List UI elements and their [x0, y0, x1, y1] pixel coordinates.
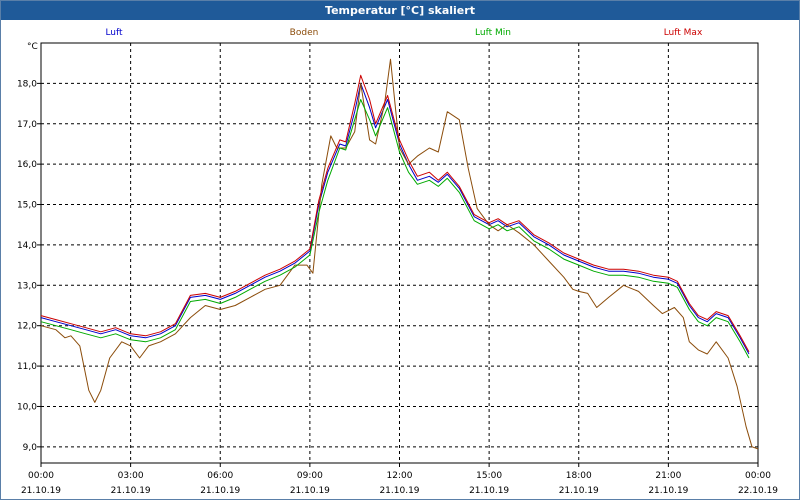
x-tick-date-label: 21.10.19 [111, 486, 151, 496]
x-tick-time-label: 18:00 [566, 471, 592, 481]
y-tick-label: 9,0 [23, 443, 38, 453]
y-axis-ticks: 9,0 10,0 11,0 12,0 13,0 14,0 15,0 16,0 17,0 18,0 [17, 79, 41, 453]
legend-entry: Luft [105, 28, 123, 38]
x-axis-ticks: 00:00 21.10.19 03:00 21.10.19 06:00 21.10.19 0… [21, 463, 778, 496]
x-tick-time-label: 15:00 [476, 471, 502, 481]
x-tick-date-label: 22.10.19 [738, 486, 778, 496]
x-tick-time-label: 09:00 [297, 471, 323, 481]
temperature-chart: Luft Boden Luft Min Luft Max °C 9,0 10,0 11,0… [17, 28, 778, 496]
x-tick-time-label: 00:00 [745, 471, 771, 481]
legend-entry: Boden [290, 28, 319, 38]
y-tick-label: 14,0 [17, 241, 37, 251]
x-tick-date-label: 21.10.19 [469, 486, 509, 496]
x-tick-date-label: 21.10.19 [200, 486, 240, 496]
y-axis-unit-label: °C [27, 42, 38, 52]
x-tick-time-label: 21:00 [655, 471, 681, 481]
y-tick-label: 17,0 [17, 120, 37, 130]
y-tick-label: 15,0 [17, 201, 37, 211]
chart-window: Temperatur [°C] skaliert Luft Boden Luft M… [0, 0, 800, 500]
y-tick-label: 18,0 [17, 79, 37, 89]
x-tick-date-label: 21.10.19 [648, 486, 688, 496]
x-tick-date-label: 21.10.19 [21, 486, 61, 496]
x-tick-time-label: 06:00 [207, 471, 233, 481]
y-tick-label: 10,0 [17, 402, 37, 412]
legend-entry: Luft Max [664, 28, 703, 38]
y-tick-label: 16,0 [17, 160, 37, 170]
x-tick-date-label: 21.10.19 [379, 486, 419, 496]
y-tick-label: 13,0 [17, 281, 37, 291]
x-tick-time-label: 00:00 [28, 471, 54, 481]
y-tick-label: 11,0 [17, 362, 37, 372]
legend-entry: Luft Min [475, 28, 511, 38]
y-tick-label: 12,0 [17, 322, 37, 332]
x-tick-date-label: 21.10.19 [559, 486, 599, 496]
x-tick-time-label: 03:00 [118, 471, 144, 481]
x-tick-date-label: 21.10.19 [290, 486, 330, 496]
legend: Luft Boden Luft Min Luft Max [105, 28, 703, 38]
x-tick-time-label: 12:00 [387, 471, 413, 481]
